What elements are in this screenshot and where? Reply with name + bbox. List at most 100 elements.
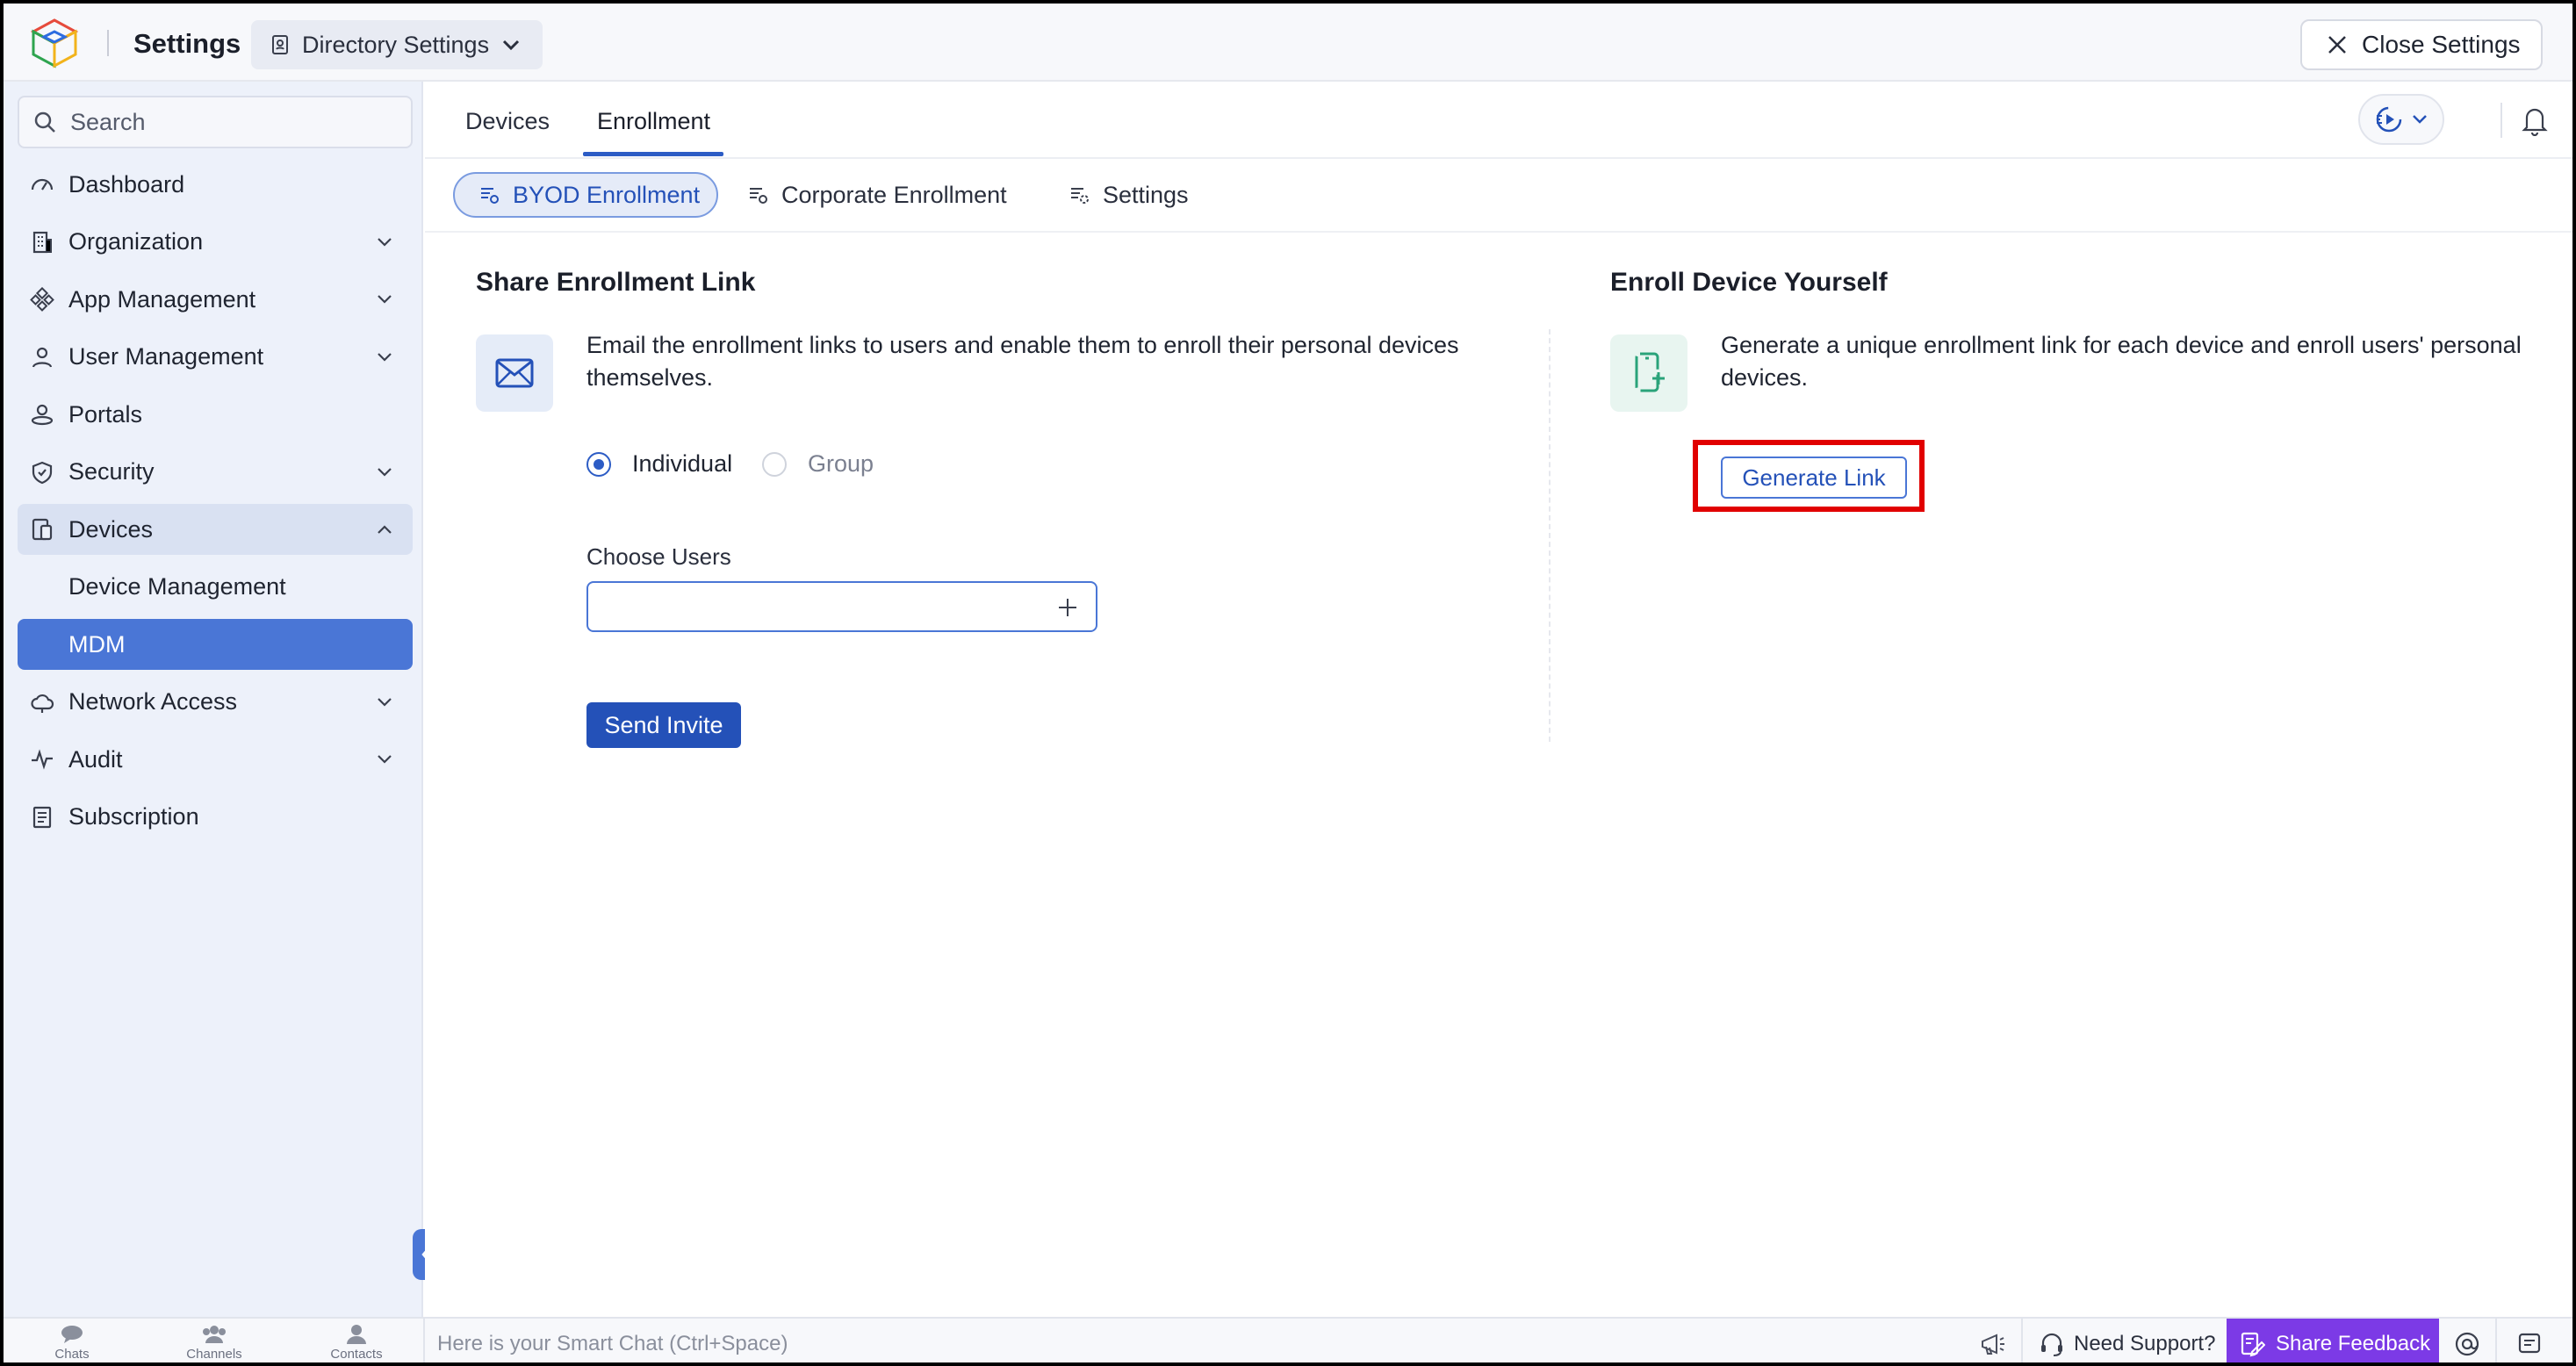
share-description: Email the enrollment links to users and …: [586, 329, 1459, 394]
chevron-down-icon: [378, 467, 392, 477]
sidebar: Search Dashboard Organization App Manage…: [4, 82, 423, 1317]
directory-settings-dropdown[interactable]: Directory Settings: [251, 20, 543, 69]
gear-list-icon: [1071, 188, 1089, 204]
chevron-down-icon: [378, 295, 392, 304]
devices-icon: [32, 518, 53, 541]
need-support-button[interactable]: Need Support?: [2039, 1319, 2216, 1362]
play-menu-button[interactable]: [2358, 94, 2444, 145]
close-settings-button[interactable]: Close Settings: [2300, 19, 2543, 70]
bottom-separator: [2495, 1319, 2497, 1362]
app-title: Settings: [133, 28, 241, 59]
announcement-icon[interactable]: [1979, 1331, 2007, 1357]
list-settings-icon: [481, 188, 499, 204]
contact-icon: [347, 1325, 366, 1344]
sidebar-item-label: Devices: [68, 515, 154, 543]
device-add-icon: [1635, 352, 1665, 392]
cloud-icon: [31, 694, 54, 713]
choose-users-field[interactable]: [586, 581, 1097, 632]
chevron-down-icon: [2413, 115, 2427, 124]
smart-chat-input[interactable]: Here is your Smart Chat (Ctrl+Space): [423, 1319, 1968, 1362]
contacts-nav[interactable]: Contacts: [313, 1324, 400, 1362]
chevron-down-icon: [503, 40, 520, 51]
contacts-label: Contacts: [330, 1347, 383, 1362]
sidebar-nav: Dashboard Organization App Management Us…: [18, 159, 413, 849]
device-add-icon-box: [1610, 334, 1687, 412]
sidebar-item-dashboard[interactable]: Dashboard: [18, 159, 413, 210]
plus-icon[interactable]: [1057, 597, 1078, 618]
sidebar-item-mdm[interactable]: MDM: [18, 619, 413, 670]
sidebar-item-label: Security: [68, 458, 155, 485]
subtab-settings[interactable]: Settings: [1069, 172, 1189, 218]
sidebar-item-devices[interactable]: Devices: [18, 504, 413, 555]
user-icon: [32, 347, 53, 368]
sidebar-item-audit[interactable]: Audit: [18, 734, 413, 785]
chats-nav[interactable]: Chats: [28, 1324, 116, 1362]
enrollment-subtabs: BYOD Enrollment Corporate Enrollment Set…: [425, 159, 2572, 233]
radio-individual-label: Individual: [632, 450, 733, 477]
subtab-byod-enrollment[interactable]: BYOD Enrollment: [453, 172, 718, 218]
portal-icon: [31, 404, 54, 426]
enroll-description-line: Generate a unique enrollment link for ea…: [1721, 332, 2522, 358]
close-icon: [2328, 36, 2346, 54]
sidebar-item-subscription[interactable]: Subscription: [18, 792, 413, 843]
sidebar-item-label: Audit: [68, 745, 123, 773]
sidebar-item-portals[interactable]: Portals: [18, 389, 413, 440]
bell-icon[interactable]: [2520, 104, 2550, 136]
subtab-corporate-enrollment[interactable]: Corporate Enrollment: [748, 172, 1007, 218]
mail-icon-box: [476, 334, 553, 412]
bottom-bar: Chats Channels Contacts Here is your Sma…: [4, 1317, 2572, 1362]
choose-users-label: Choose Users: [586, 543, 731, 570]
headset-icon: [2041, 1333, 2062, 1356]
sidebar-item-network-access[interactable]: Network Access: [18, 677, 413, 728]
radio-unselected-indicator: [762, 451, 787, 477]
chevron-down-icon: [378, 697, 392, 707]
tab-devices[interactable]: Devices: [465, 108, 550, 135]
subtab-label: Corporate Enrollment: [781, 181, 1007, 208]
share-feedback-button[interactable]: Share Feedback: [2227, 1319, 2439, 1362]
search-placeholder: Search: [70, 108, 146, 135]
chat-window-icon[interactable]: [2516, 1331, 2544, 1357]
sidebar-item-device-management[interactable]: Device Management: [18, 562, 413, 613]
search-icon: [34, 111, 55, 133]
radio-group-label: Group: [808, 450, 874, 477]
bottom-separator: [2021, 1319, 2023, 1362]
radio-individual[interactable]: Individual: [586, 450, 732, 478]
search-input[interactable]: Search: [18, 96, 413, 148]
send-invite-button[interactable]: Send Invite: [586, 702, 741, 748]
radio-group[interactable]: Group: [762, 450, 874, 478]
directory-icon: [272, 35, 288, 54]
sidebar-item-label: Organization: [68, 228, 204, 255]
chevron-down-icon: [378, 237, 392, 247]
sidebar-item-app-management[interactable]: App Management: [18, 274, 413, 325]
group-icon: [203, 1326, 226, 1343]
sidebar-item-label: Network Access: [68, 688, 238, 715]
chats-label: Chats: [54, 1347, 90, 1362]
share-enrollment-title: Share Enrollment Link: [476, 268, 756, 297]
sidebar-item-organization[interactable]: Organization: [18, 217, 413, 268]
sidebar-item-label: Subscription: [68, 803, 199, 830]
need-support-label: Need Support?: [2074, 1332, 2216, 1355]
subtab-label: Settings: [1103, 181, 1189, 208]
sidebar-item-user-management[interactable]: User Management: [18, 332, 413, 383]
app-logo: [30, 18, 79, 68]
channels-nav[interactable]: Channels: [170, 1324, 258, 1362]
highlight-box: [1693, 440, 1925, 512]
dashboard-icon: [31, 178, 54, 191]
app-window: Settings Directory Settings Close Settin…: [0, 0, 2576, 1366]
mail-icon: [495, 358, 534, 388]
subtab-label: BYOD Enrollment: [513, 181, 701, 208]
list-settings-icon: [750, 188, 767, 204]
apps-icon: [30, 287, 54, 312]
pulse-icon: [32, 749, 53, 770]
sidebar-item-label: App Management: [68, 285, 256, 313]
at-mention-icon[interactable]: [2453, 1331, 2481, 1357]
sidebar-item-label: MDM: [68, 630, 126, 658]
sidebar-item-label: Portals: [68, 400, 143, 428]
channels-label: Channels: [186, 1347, 242, 1362]
document-icon: [32, 806, 52, 828]
tab-enrollment[interactable]: Enrollment: [597, 108, 710, 135]
share-feedback-label: Share Feedback: [2276, 1332, 2431, 1355]
enroll-device-title: Enroll Device Yourself: [1610, 268, 1888, 297]
enroll-description: Generate a unique enrollment link for ea…: [1721, 329, 2522, 394]
sidebar-item-security[interactable]: Security: [18, 447, 413, 498]
